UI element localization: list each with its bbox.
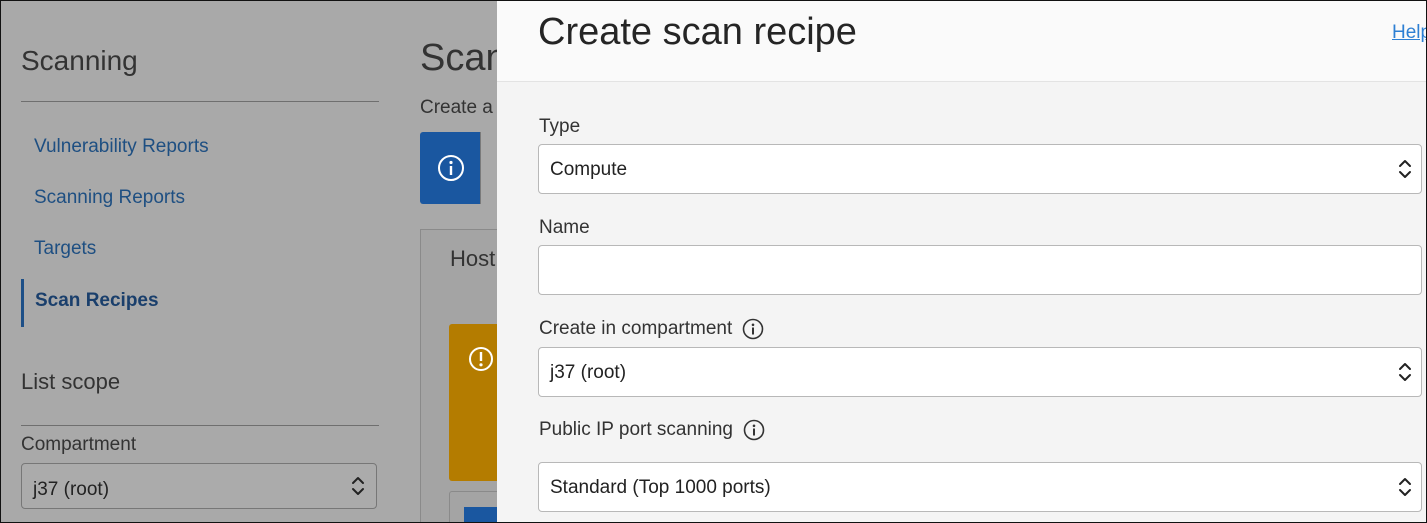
sidebar-divider bbox=[21, 101, 379, 102]
warning-icon bbox=[469, 347, 493, 371]
port-scanning-select[interactable]: Standard (Top 1000 ports) bbox=[538, 462, 1422, 512]
drawer-header: Create scan recipe Help bbox=[497, 1, 1426, 82]
page-subtitle: Create a bbox=[420, 97, 493, 118]
info-icon[interactable] bbox=[742, 318, 764, 340]
type-label: Type bbox=[539, 116, 580, 138]
screenshot-frame: Scanning Vulnerability Reports Scanning … bbox=[0, 0, 1427, 523]
list-scope-divider bbox=[21, 425, 379, 426]
sidebar-active-indicator bbox=[21, 279, 24, 327]
page-title: Scan bbox=[420, 37, 507, 79]
type-label-text: Type bbox=[539, 116, 581, 137]
compartment-field-label: Create in compartment bbox=[539, 318, 764, 340]
port-scanning-label-text: Public IP port scanning bbox=[539, 419, 733, 440]
compartment-label: Compartment bbox=[21, 434, 137, 455]
sidebar-item-scan-recipes[interactable]: Scan Recipes bbox=[35, 290, 159, 312]
type-select[interactable]: Compute bbox=[538, 144, 1422, 194]
sidebar-item-targets[interactable]: Targets bbox=[34, 238, 96, 260]
chevron-updown-icon bbox=[1399, 478, 1411, 496]
sidebar-item-vulnerability-reports[interactable]: Vulnerability Reports bbox=[34, 136, 209, 158]
name-label-text: Name bbox=[539, 217, 590, 238]
compartment-select-value: j37 (root) bbox=[33, 479, 110, 500]
help-link[interactable]: Help bbox=[1392, 22, 1426, 44]
drawer-title: Create scan recipe bbox=[538, 11, 857, 53]
info-banner bbox=[420, 132, 501, 204]
port-scanning-label: Public IP port scanning bbox=[539, 419, 765, 441]
info-icon[interactable] bbox=[743, 419, 765, 441]
type-select-value: Compute bbox=[550, 159, 628, 180]
create-scan-recipe-drawer: Create scan recipe Help Type Compute Nam… bbox=[497, 1, 1426, 522]
host-tab[interactable]: Host bbox=[450, 246, 495, 272]
sidebar-title: Scanning bbox=[21, 45, 138, 76]
name-label: Name bbox=[539, 217, 590, 239]
info-icon bbox=[438, 155, 464, 181]
port-scanning-value: Standard (Top 1000 ports) bbox=[550, 477, 771, 498]
name-input[interactable] bbox=[538, 245, 1422, 295]
compartment-field-label-text: Create in compartment bbox=[539, 318, 733, 339]
chevron-updown-icon bbox=[1399, 363, 1411, 381]
compartment-field-select[interactable]: j37 (root) bbox=[538, 347, 1422, 397]
chevron-updown-icon bbox=[1399, 160, 1411, 178]
sidebar-item-scanning-reports[interactable]: Scanning Reports bbox=[34, 187, 185, 209]
chevron-updown-icon bbox=[352, 477, 364, 495]
list-scope-title: List scope bbox=[21, 369, 121, 394]
compartment-field-value: j37 (root) bbox=[550, 362, 627, 383]
compartment-select[interactable]: j37 (root) bbox=[21, 463, 377, 509]
background-page: Scanning Vulnerability Reports Scanning … bbox=[1, 1, 512, 522]
